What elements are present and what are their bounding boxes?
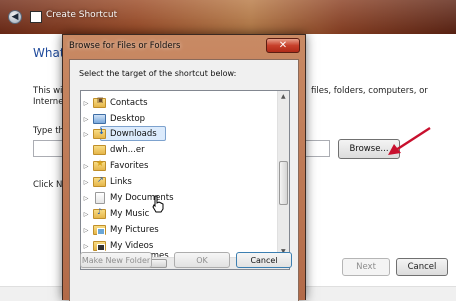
cancel-button[interactable]: Cancel [236, 252, 292, 268]
expand-arrow-icon[interactable]: ▷ [81, 131, 91, 138]
tree-item-label: My Videos [110, 241, 154, 251]
music-folder-icon [93, 207, 106, 219]
scroll-up-icon[interactable]: ▲ [281, 93, 286, 100]
ok-button[interactable]: OK [174, 252, 230, 268]
videos-folder-icon [93, 241, 106, 251]
back-arrow-icon[interactable]: ◀ [8, 10, 22, 24]
tree-item[interactable]: ▷ My Pictures [81, 222, 159, 238]
documents-folder-icon [95, 192, 105, 204]
hand-cursor-icon [152, 195, 164, 213]
dialog-prompt: Select the target of the shortcut below: [79, 69, 237, 78]
tree-item-label: Desktop [110, 114, 146, 124]
make-new-folder-button[interactable]: Make New Folder [80, 252, 152, 268]
tree-item[interactable]: ▷ Links [81, 174, 132, 190]
expand-arrow-icon[interactable]: ▷ [81, 211, 91, 218]
expand-arrow-icon[interactable]: ▷ [81, 179, 91, 186]
tree-item-label: Downloads [110, 129, 157, 139]
tree-item[interactable]: ▷ Favorites [81, 158, 148, 174]
pictures-folder-icon [93, 225, 106, 235]
tree-item-label: dwh...er [110, 145, 145, 155]
tree-item-label: Favorites [110, 161, 149, 171]
tree-item[interactable]: dwh...er [81, 142, 145, 158]
downloads-folder-icon [93, 127, 106, 139]
wizard-heading: What [33, 46, 65, 60]
wizard-cancel-button[interactable]: Cancel [396, 258, 448, 276]
expand-arrow-icon[interactable]: ▷ [81, 227, 91, 234]
folder-tree[interactable]: ▷ Contacts ▷ Desktop ▷ Downloads dwh...e… [80, 90, 290, 270]
expand-arrow-icon[interactable]: ▷ [81, 243, 91, 250]
dialog-title: Browse for Files or Folders [69, 41, 181, 51]
tree-item-label: My Music [110, 209, 150, 219]
tree-item[interactable]: ▷ My Music [81, 206, 149, 222]
links-folder-icon [93, 175, 106, 187]
expand-arrow-icon[interactable]: ▷ [81, 163, 91, 170]
wizard-title: Create Shortcut [46, 10, 118, 20]
next-button[interactable]: Next [342, 258, 390, 276]
contacts-folder-icon [93, 96, 106, 108]
red-arrow-annotation-icon [388, 126, 431, 155]
wizard-titlebar: ◀ Create Shortcut [0, 0, 456, 34]
tree-item[interactable]: ▷ Contacts [81, 95, 148, 111]
scroll-thumb[interactable] [279, 161, 288, 205]
tree-item-label: My Pictures [110, 225, 159, 235]
description-right: files, folders, computers, or [311, 86, 428, 96]
expand-arrow-icon[interactable]: ▷ [81, 116, 91, 123]
expand-arrow-icon[interactable]: ▷ [81, 100, 91, 107]
folder-icon [93, 145, 106, 155]
vertical-scrollbar[interactable]: ▲ ▼ [277, 91, 289, 257]
favorites-folder-icon [93, 159, 106, 171]
expand-arrow-icon[interactable]: ▷ [81, 195, 91, 202]
tree-item-label: Contacts [110, 98, 148, 108]
tree-item[interactable]: ▷ Desktop [81, 111, 145, 127]
tree-item-label: Links [110, 177, 132, 187]
close-icon[interactable]: ✕ [266, 38, 300, 53]
desktop-folder-icon [93, 114, 106, 124]
tree-item-selected[interactable]: ▷ Downloads [81, 126, 157, 142]
shortcut-app-icon [30, 11, 42, 23]
